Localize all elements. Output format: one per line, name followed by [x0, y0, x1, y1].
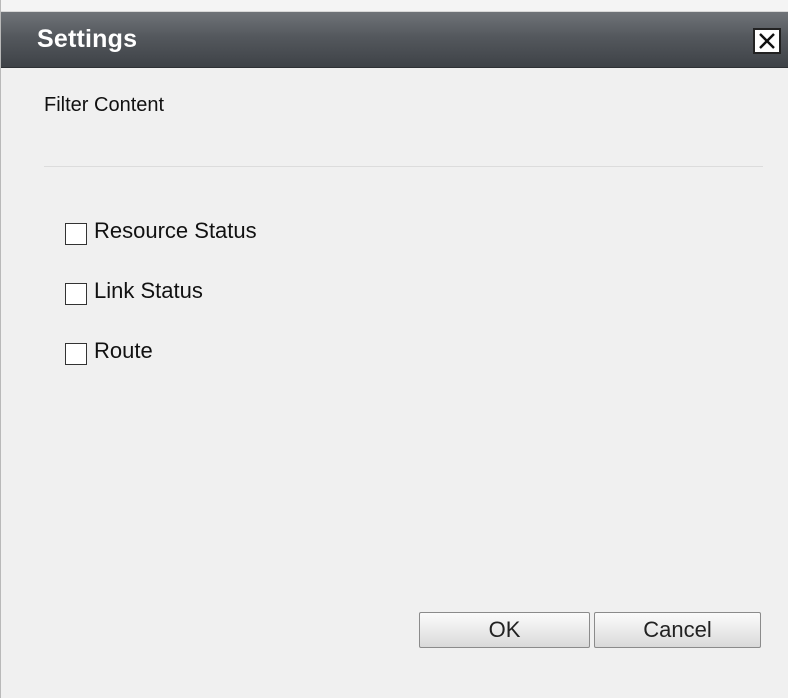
- dialog-titlebar: Settings: [1, 12, 788, 68]
- ok-button[interactable]: OK: [419, 612, 590, 648]
- option-resource-status[interactable]: Resource Status: [65, 216, 257, 246]
- close-button[interactable]: [753, 28, 781, 54]
- section-divider: [44, 166, 763, 167]
- option-link-status[interactable]: Link Status: [65, 276, 203, 306]
- link-status-label: Link Status: [94, 278, 203, 303]
- close-icon: [759, 33, 775, 49]
- route-checkbox[interactable]: [65, 343, 87, 365]
- link-status-checkbox[interactable]: [65, 283, 87, 305]
- option-route[interactable]: Route: [65, 336, 153, 366]
- resource-status-label: Resource Status: [94, 218, 257, 243]
- settings-dialog: Settings Filter Content Resource Status …: [0, 0, 788, 698]
- resource-status-checkbox[interactable]: [65, 223, 87, 245]
- cancel-button[interactable]: Cancel: [594, 612, 761, 648]
- window-top-edge: [1, 0, 788, 12]
- filter-content-label: Filter Content: [44, 94, 165, 116]
- route-label: Route: [94, 338, 153, 363]
- dialog-title: Settings: [37, 25, 138, 53]
